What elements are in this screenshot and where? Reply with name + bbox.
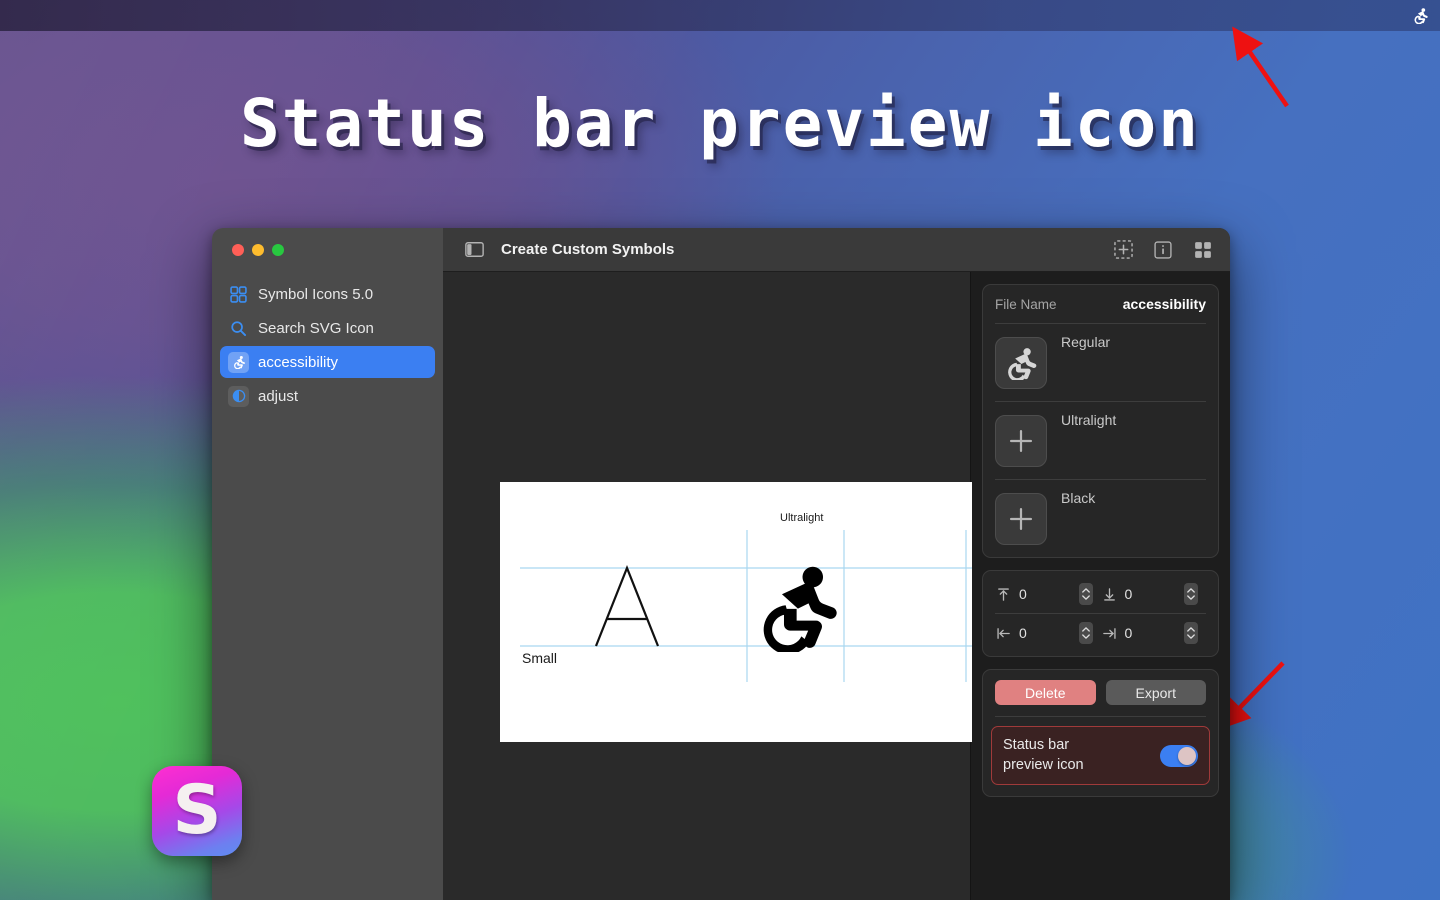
plus-icon: [1009, 429, 1033, 452]
arrow-left-to-line-icon: [995, 625, 1012, 642]
add-symbol-icon[interactable]: [1110, 237, 1136, 263]
sidebar-item-label: Search SVG Icon: [258, 319, 374, 337]
weight-label: Ultralight: [1061, 412, 1117, 428]
weight-thumbnail-regular[interactable]: [995, 336, 1047, 389]
preview-size-label: Small: [522, 650, 558, 666]
sidebar-item-label: Symbol Icons 5.0: [258, 285, 374, 303]
symbol-preview-card[interactable]: Ultralight Small: [500, 482, 972, 742]
sidebar-list: Symbol Icons 5.0 Search SVG Icon accessi…: [212, 272, 443, 412]
weight-add-ultralight[interactable]: [995, 414, 1047, 467]
app-window: Symbol Icons 5.0 Search SVG Icon accessi…: [212, 228, 1230, 900]
margin-top-stepper[interactable]: [1078, 583, 1093, 605]
divider: [995, 613, 1206, 614]
accessibility-icon: [1008, 347, 1037, 380]
minimize-button[interactable]: [252, 244, 264, 256]
file-name-row: File Name accessibility: [995, 285, 1206, 323]
preview-guidelines: [520, 530, 972, 682]
action-buttons: Delete Export: [995, 680, 1206, 705]
arrow-right-to-line-icon: [1101, 625, 1118, 642]
weight-add-black[interactable]: [995, 492, 1047, 545]
margin-right-field[interactable]: 0: [1101, 622, 1207, 644]
menu-bar: [0, 0, 1440, 31]
margin-left-field[interactable]: 0: [995, 622, 1101, 644]
margin-top-field[interactable]: 0: [995, 583, 1101, 605]
margin-top-value[interactable]: 0: [1019, 586, 1072, 602]
margin-row-horizontal: 0 0: [995, 618, 1206, 648]
accessibility-glyph: [763, 566, 837, 652]
weight-row-regular[interactable]: Regular: [995, 324, 1206, 401]
sidebar-item-accessibility[interactable]: accessibility: [220, 346, 435, 378]
margin-left-stepper[interactable]: [1078, 622, 1093, 644]
export-button[interactable]: Export: [1105, 680, 1206, 705]
plus-icon: [1009, 507, 1033, 530]
zoom-button[interactable]: [272, 244, 284, 256]
grid-view-icon[interactable]: [1190, 237, 1216, 263]
margin-right-stepper[interactable]: [1184, 622, 1198, 644]
search-icon: [228, 318, 249, 339]
canvas-area[interactable]: Ultralight Small: [443, 272, 972, 900]
weight-row-ultralight[interactable]: Ultralight: [995, 402, 1206, 479]
arrow-down-to-line-icon: [1101, 586, 1118, 603]
margin-row-vertical: 0 0: [995, 579, 1206, 609]
close-button[interactable]: [232, 244, 244, 256]
accessibility-icon: [228, 351, 249, 373]
symbol-info-card: File Name accessibility Regular Ultralig…: [982, 284, 1219, 558]
toggle-knob: [1178, 746, 1196, 765]
app-icon-letter: S: [172, 771, 222, 850]
weight-label: Black: [1061, 490, 1096, 506]
accessibility-status-icon[interactable]: [1408, 4, 1432, 28]
screen: Status bar preview icon Symbol Icons 5.0…: [0, 0, 1440, 900]
margin-bottom-field[interactable]: 0: [1101, 583, 1207, 605]
sidebar-item-symbol-icons[interactable]: Symbol Icons 5.0: [220, 278, 435, 310]
file-name-label: File Name: [995, 296, 1057, 312]
margin-bottom-value[interactable]: 0: [1125, 586, 1178, 602]
margin-left-value[interactable]: 0: [1019, 625, 1072, 641]
margins-card: 0 0 0 0: [982, 570, 1219, 657]
sidebar-item-label: adjust: [258, 387, 299, 405]
actions-card: Delete Export Status bar preview icon: [982, 669, 1219, 798]
sidebar-toggle-icon[interactable]: [461, 237, 487, 263]
window-title: Create Custom Symbols: [501, 241, 675, 258]
symbol-icons-app-icon[interactable]: S: [152, 766, 242, 856]
status-label-line2: preview icon: [1003, 756, 1084, 773]
traffic-lights: [212, 228, 443, 272]
status-label-line1: Status bar: [1003, 737, 1070, 753]
weight-row-black[interactable]: Black: [995, 480, 1206, 557]
grid-2x2-icon: [228, 284, 249, 305]
inspector-panel: File Name accessibility Regular Ultralig…: [971, 272, 1230, 900]
sidebar-item-label: accessibility: [258, 353, 339, 371]
weight-label: Regular: [1061, 334, 1111, 350]
info-icon[interactable]: [1150, 237, 1176, 263]
main-column: Create Custom Symbols Ultralight Small F…: [443, 228, 1230, 900]
status-bar-preview-icon-row[interactable]: Status bar preview icon: [991, 726, 1210, 786]
preview-weight-label: Ultralight: [780, 512, 824, 524]
delete-button[interactable]: Delete: [995, 680, 1096, 705]
sidebar-item-search-svg-icon[interactable]: Search SVG Icon: [220, 312, 435, 344]
sidebar: Symbol Icons 5.0 Search SVG Icon accessi…: [212, 228, 443, 900]
circle-lefthalf-filled-icon: [228, 385, 249, 407]
margin-right-value[interactable]: 0: [1125, 625, 1178, 641]
status-bar-preview-icon-toggle[interactable]: [1160, 744, 1198, 767]
margin-bottom-stepper[interactable]: [1184, 583, 1198, 605]
accessibility-icon: [1414, 8, 1428, 24]
file-name-value[interactable]: accessibility: [1123, 296, 1206, 312]
annotation-headline: Status bar preview icon: [240, 85, 1200, 162]
window-body: Ultralight Small File Name accessibility: [443, 272, 1230, 900]
window-titlebar: Create Custom Symbols: [443, 228, 1230, 272]
arrow-up-to-line-icon: [995, 586, 1012, 603]
status-bar-preview-icon-label: Status bar preview icon: [1003, 736, 1084, 775]
divider: [995, 716, 1206, 717]
sidebar-item-adjust[interactable]: adjust: [220, 380, 435, 412]
